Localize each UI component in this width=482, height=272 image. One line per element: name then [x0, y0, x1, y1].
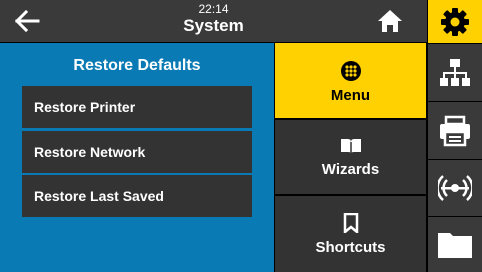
shortcuts-button[interactable]: Shortcuts	[275, 196, 426, 272]
storage-button[interactable]	[428, 217, 482, 272]
shortcuts-label: Shortcuts	[315, 239, 386, 256]
settings-button[interactable]	[428, 0, 482, 43]
restore-last-saved-button[interactable]: Restore Last Saved	[22, 175, 252, 217]
printer-button[interactable]	[428, 102, 482, 159]
menu-button[interactable]: Menu	[275, 43, 426, 118]
header-title-group: 22:14 System	[0, 2, 427, 36]
bookmark-icon	[343, 213, 358, 233]
sidebar	[427, 0, 482, 272]
network-button[interactable]	[428, 44, 482, 101]
restore-network-button[interactable]: Restore Network	[22, 131, 252, 173]
folder-icon	[438, 232, 472, 258]
panel-title: Restore Defaults	[73, 57, 201, 74]
wizards-button[interactable]: Wizards	[275, 120, 426, 194]
menu-grid-icon	[340, 61, 361, 81]
rfid-icon	[438, 175, 472, 201]
rfid-button[interactable]	[428, 160, 482, 216]
restore-printer-button[interactable]: Restore Printer	[22, 86, 252, 128]
network-icon	[440, 58, 470, 86]
printer-icon	[440, 115, 470, 146]
main-nav: Menu Wizards Shortcuts	[275, 43, 426, 272]
book-icon	[340, 139, 361, 154]
menu-label: Menu	[330, 87, 371, 104]
page-title: System	[183, 16, 244, 35]
header-bar: 22:14 System	[0, 0, 427, 42]
wizards-label: Wizards	[321, 161, 380, 178]
restore-defaults-panel: Restore Defaults Restore Printer Restore…	[0, 43, 274, 272]
home-icon[interactable]	[376, 7, 404, 35]
clock: 22:14	[198, 2, 229, 16]
gear-icon	[441, 7, 469, 36]
